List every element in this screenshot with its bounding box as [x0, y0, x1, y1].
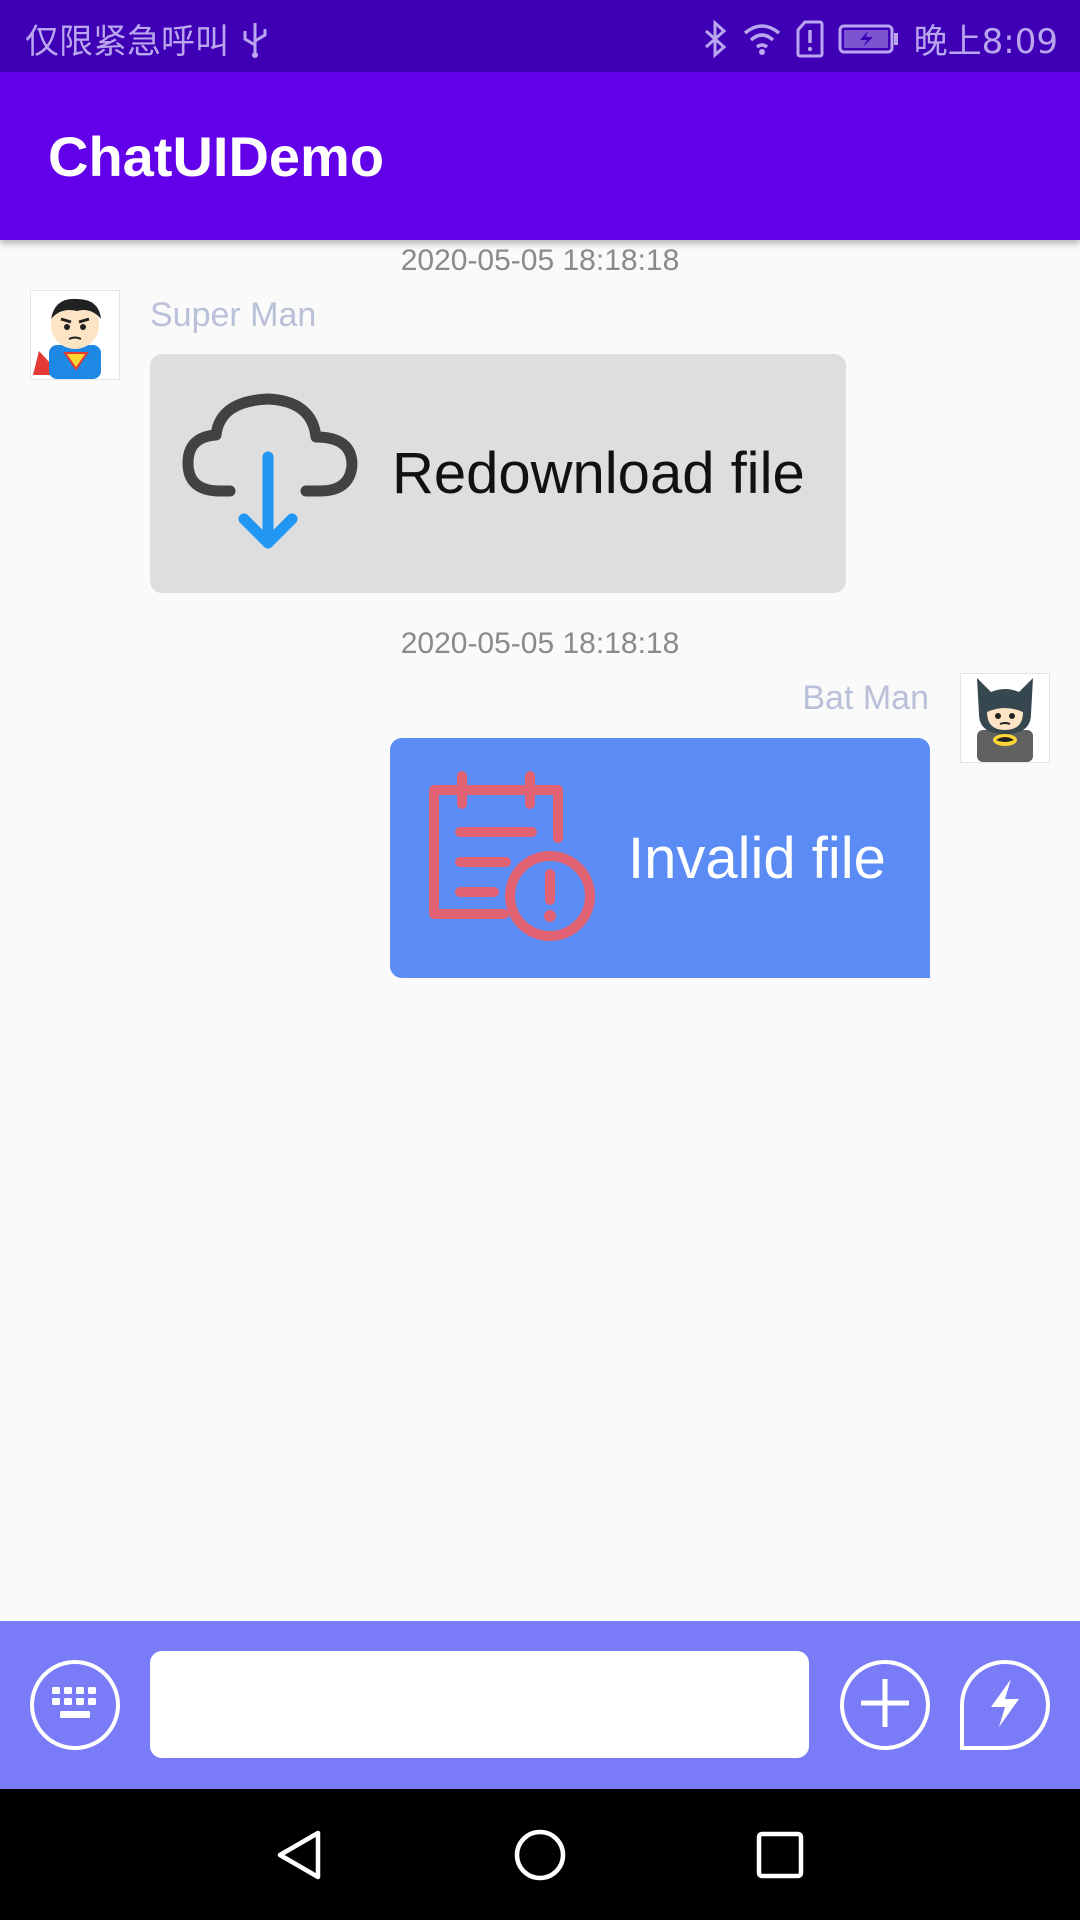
- usb-icon: [241, 19, 269, 59]
- status-bar: 仅限紧急呼叫 晚上8:09: [0, 0, 1080, 72]
- add-button[interactable]: [840, 1660, 930, 1750]
- superman-avatar[interactable]: [30, 290, 120, 380]
- quick-action-button[interactable]: [960, 1660, 1050, 1750]
- app-title: ChatUIDemo: [48, 125, 385, 188]
- invalid-file-icon: [422, 768, 598, 949]
- lightning-icon: [985, 1677, 1025, 1734]
- clock-time: 晚上8:09: [913, 22, 1058, 62]
- navigation-bar: [0, 1789, 1080, 1920]
- file-label: Redownload file: [392, 441, 805, 506]
- batman-avatar[interactable]: [960, 673, 1050, 763]
- sim-alert-icon: [796, 20, 824, 58]
- app-bar: ChatUIDemo: [0, 72, 1080, 240]
- recents-icon: [752, 1827, 808, 1888]
- message-timestamp: 2020-05-05 18:18:18: [400, 627, 680, 660]
- back-button[interactable]: [268, 1825, 332, 1889]
- recents-button[interactable]: [748, 1825, 812, 1889]
- message-bubble-file[interactable]: Redownload file: [150, 354, 846, 593]
- back-icon: [272, 1827, 328, 1888]
- plus-circle-icon: [859, 1677, 911, 1734]
- message-bubble-file[interactable]: Invalid file: [390, 738, 930, 978]
- carrier-text: 仅限紧急呼叫: [25, 22, 229, 62]
- keyboard-icon: [50, 1685, 100, 1726]
- message-input[interactable]: [150, 1651, 809, 1758]
- home-button[interactable]: [508, 1825, 572, 1889]
- message-timestamp: 2020-05-05 18:18:18: [400, 244, 680, 277]
- file-label: Invalid file: [628, 825, 886, 891]
- bluetooth-icon: [702, 19, 728, 59]
- sender-name: Super Man: [150, 296, 317, 334]
- keyboard-button[interactable]: [30, 1660, 120, 1750]
- sender-name: Bat Man: [802, 679, 929, 717]
- wifi-icon: [742, 21, 782, 57]
- home-icon: [512, 1827, 568, 1888]
- input-bar: [0, 1621, 1080, 1789]
- cloud-download-icon: [180, 381, 360, 566]
- battery-charging-icon: [838, 23, 900, 55]
